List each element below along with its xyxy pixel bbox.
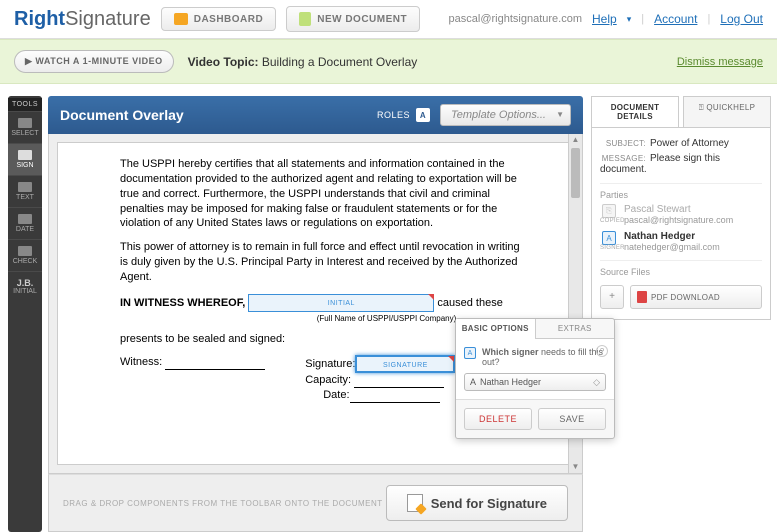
- new-doc-icon: [299, 12, 311, 26]
- footer: DRAG & DROP COMPONENTS FROM THE TOOLBAR …: [48, 474, 583, 532]
- user-email: pascal@rightsignature.com: [449, 13, 582, 25]
- help-icon[interactable]: ?: [596, 345, 608, 357]
- signature-line: Signature:SIGNATURE: [305, 355, 455, 373]
- signer-select[interactable]: ANathan Hedger◇: [464, 373, 606, 391]
- dashboard-icon: [174, 13, 188, 25]
- witness-line: Witness:: [120, 355, 265, 403]
- new-document-button[interactable]: NEW DOCUMENT: [286, 6, 420, 32]
- pdf-download-button[interactable]: PDF DOWNLOAD: [630, 285, 762, 309]
- toolbar: TOOLS SELECT SIGN TEXT DATE CHECK J.B.IN…: [8, 96, 42, 532]
- account-link[interactable]: Account: [654, 12, 697, 26]
- scroll-up-icon[interactable]: ▲: [569, 134, 582, 146]
- subject-value: Power of Attorney: [650, 138, 729, 149]
- tool-select[interactable]: SELECT: [8, 111, 42, 143]
- signer-question: A Which signer needs to fill this out?: [464, 347, 606, 367]
- toolbar-header: TOOLS: [8, 98, 42, 111]
- sidebar: DOCUMENT DETAILS ⍰ QUICKHELP SUBJECT:Pow…: [591, 96, 771, 532]
- title-bar: Document Overlay ROLESA Template Options…: [48, 96, 583, 134]
- signer-badge-icon: A: [464, 347, 476, 359]
- dismiss-link[interactable]: Dismiss message: [677, 56, 763, 68]
- logout-link[interactable]: Log Out: [720, 12, 763, 26]
- party-row: ⎘COPIED Pascal Stewartpascal@rightsignat…: [600, 204, 762, 225]
- doc-paragraph: This power of attorney is to remain in f…: [120, 240, 523, 285]
- tool-text[interactable]: TEXT: [8, 175, 42, 207]
- template-options-dropdown[interactable]: Template Options...: [440, 104, 571, 126]
- video-topic: Video Topic: Building a Document Overlay: [188, 55, 418, 69]
- header: RightSignature DASHBOARD NEW DOCUMENT pa…: [0, 0, 777, 39]
- signature-icon: [407, 494, 423, 512]
- popup-tab-basic[interactable]: BASIC OPTIONS: [456, 319, 536, 339]
- signature-field[interactable]: SIGNATURE: [355, 355, 455, 373]
- tool-initial[interactable]: J.B.INITIAL: [8, 271, 42, 301]
- signer-badge-icon: A: [602, 231, 616, 245]
- tool-date[interactable]: DATE: [8, 207, 42, 239]
- tab-document-details[interactable]: DOCUMENT DETAILS: [591, 96, 679, 127]
- copied-badge-icon: ⎘: [602, 204, 616, 218]
- roles-label[interactable]: ROLESA: [377, 108, 430, 122]
- watch-video-button[interactable]: ▶ WATCH A 1-MINUTE VIDEO: [14, 50, 174, 73]
- delete-button[interactable]: DELETE: [464, 408, 532, 430]
- role-badge-icon: A: [416, 108, 430, 122]
- dashboard-button[interactable]: DASHBOARD: [161, 7, 277, 31]
- tab-quickhelp[interactable]: ⍰ QUICKHELP: [683, 96, 771, 127]
- tool-sign[interactable]: SIGN: [8, 143, 42, 175]
- page-title: Document Overlay: [60, 107, 184, 123]
- field-options-popup: BASIC OPTIONS EXTRAS ? A Which signer ne…: [455, 318, 615, 439]
- date-line: Date:: [305, 388, 455, 403]
- video-banner: ▶ WATCH A 1-MINUTE VIDEO Video Topic: Bu…: [0, 39, 777, 84]
- pdf-icon: [637, 291, 647, 303]
- help-link[interactable]: Help: [592, 12, 617, 26]
- source-files-header: Source Files: [600, 260, 762, 277]
- initial-field[interactable]: INITIAL: [248, 294, 434, 312]
- capacity-line: Capacity:: [305, 373, 455, 388]
- doc-whereof-line: IN WITNESS WHEREOF, INITIAL caused these: [120, 294, 523, 312]
- save-button[interactable]: SAVE: [538, 408, 606, 430]
- party-row: ASIGNER Nathan Hedgernatehedger@gmail.co…: [600, 231, 762, 252]
- scroll-down-icon[interactable]: ▼: [569, 461, 582, 473]
- scroll-thumb[interactable]: [571, 148, 580, 198]
- doc-paragraph: The USPPI hereby certifies that all stat…: [120, 157, 523, 231]
- popup-tab-extras[interactable]: EXTRAS: [536, 319, 615, 339]
- logo: RightSignature: [14, 8, 151, 31]
- tool-check[interactable]: CHECK: [8, 239, 42, 271]
- add-file-button[interactable]: +: [600, 285, 624, 309]
- details-panel: SUBJECT:Power of Attorney MESSAGE:Please…: [591, 127, 771, 320]
- send-signature-button[interactable]: Send for Signature: [386, 485, 568, 521]
- parties-header: Parties: [600, 183, 762, 200]
